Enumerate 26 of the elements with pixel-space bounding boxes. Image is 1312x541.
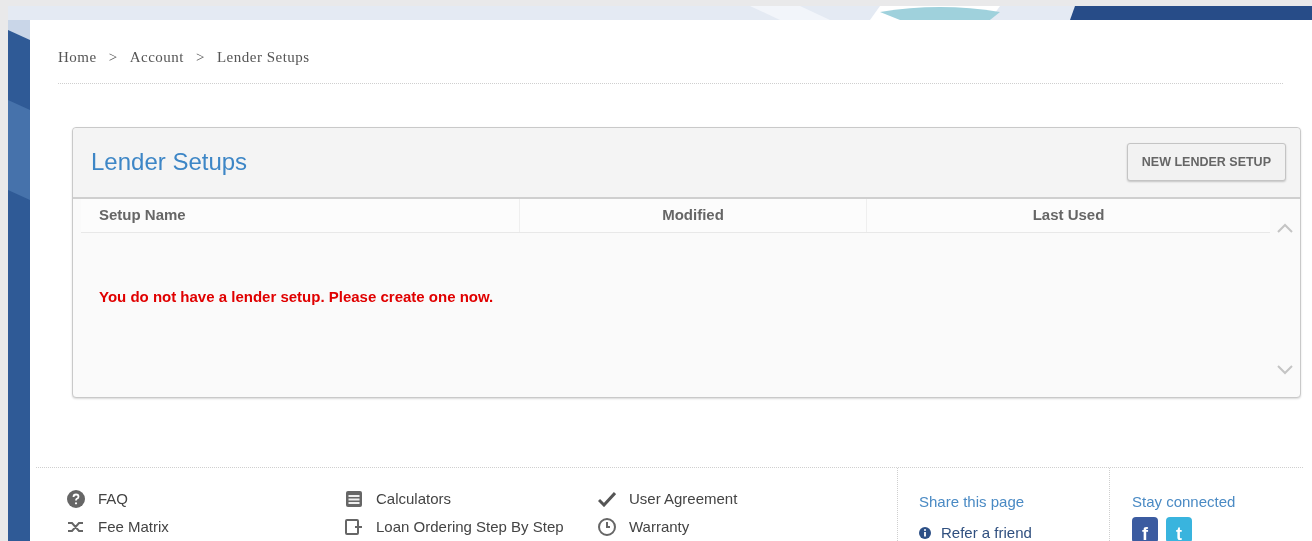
footer-link[interactable]: Fee Matrix	[66, 516, 344, 539]
new-lender-setup-button[interactable]: NEW LENDER SETUP	[1126, 143, 1286, 181]
breadcrumb-separator: >	[195, 48, 205, 67]
help-icon	[67, 489, 85, 508]
empty-message: You do not have a lender setup. Please create one now.	[99, 287, 494, 305]
breadcrumb-link[interactable]: Lender Setups	[216, 46, 310, 69]
footer-link[interactable]: Warranty	[597, 516, 897, 539]
breadcrumb-link[interactable]: Account	[129, 46, 184, 69]
panel-title: Lender Setups	[91, 147, 248, 177]
footer-link[interactable]: User Agreement	[597, 487, 897, 510]
document-icon	[345, 519, 363, 536]
checkmark-icon	[598, 490, 616, 507]
clock-icon	[598, 518, 616, 537]
footer-link[interactable]: Calculators	[344, 487, 597, 510]
shuffle-icon	[67, 520, 85, 535]
footer-link[interactable]: FAQ	[66, 487, 344, 510]
scroll-down-icon[interactable]	[1277, 364, 1293, 375]
connect-heading: Stay connected	[1132, 491, 1237, 512]
footer-link[interactable]: Loan Ordering Step By Step	[344, 516, 597, 539]
breadcrumb-link[interactable]: Home	[58, 46, 97, 69]
breadcrumb-separator: >	[108, 48, 118, 67]
calculator-icon	[345, 489, 363, 508]
facebook-link[interactable]: f	[1132, 517, 1158, 541]
scroll-up-icon[interactable]	[1277, 222, 1293, 233]
share-heading: Share this page	[919, 491, 1026, 512]
refer-link[interactable]: Refer a friend	[919, 522, 1109, 541]
